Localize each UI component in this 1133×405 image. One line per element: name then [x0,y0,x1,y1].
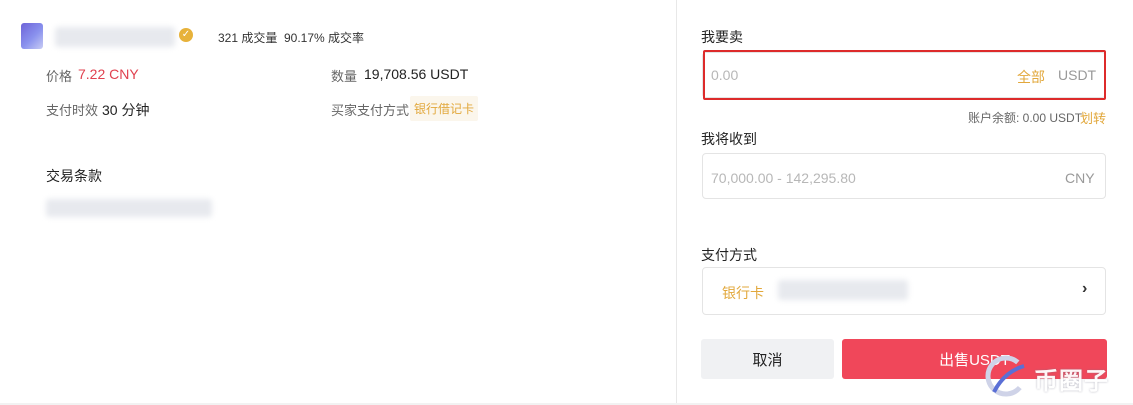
account-balance: 账户余额: 0.00 USDT [968,111,1083,125]
terms-content-blurred [46,199,212,217]
quantity-value: 19,708.56 USDT [364,66,469,82]
sell-label: 我要卖 [701,29,743,45]
buyer-payment-label: 买家支付方式 [331,103,410,118]
watermark-text: 币圈子 [1034,368,1109,395]
transfer-link[interactable]: 划转 [1080,108,1106,127]
sell-field-highlight [703,50,1106,100]
terms-title: 交易条款 [46,168,102,184]
price-label: 价格 [46,69,73,84]
payment-method-name[interactable]: 银行卡 [722,283,764,303]
quantity-label: 数量 [331,69,358,84]
cancel-button[interactable]: 取消 [701,339,834,379]
chevron-right-icon[interactable]: › [1082,280,1087,298]
payment-account-blurred [778,280,908,300]
payment-time-value: 30 分钟 [102,102,150,118]
merchant-name-blurred[interactable] [55,27,175,47]
receive-unit: CNY [1065,170,1095,186]
completion-rate: 90.17% 成交率 [284,31,365,45]
panel-divider [676,0,677,405]
receive-amount-input[interactable]: 70,000.00 - 142,295.80 [711,170,856,186]
buyer-payment-tag: 银行借记卡 [410,96,479,121]
completed-orders: 321 成交量 [218,31,278,45]
payment-method-label: 支付方式 [701,247,757,263]
verified-badge-icon: ✓ [179,28,193,42]
watermark-logo-icon [985,355,1027,397]
payment-time-label: 支付时效 [46,103,99,118]
merchant-avatar[interactable] [21,23,43,49]
price-value: 7.22 CNY [78,66,139,82]
receive-label: 我将收到 [701,131,757,147]
